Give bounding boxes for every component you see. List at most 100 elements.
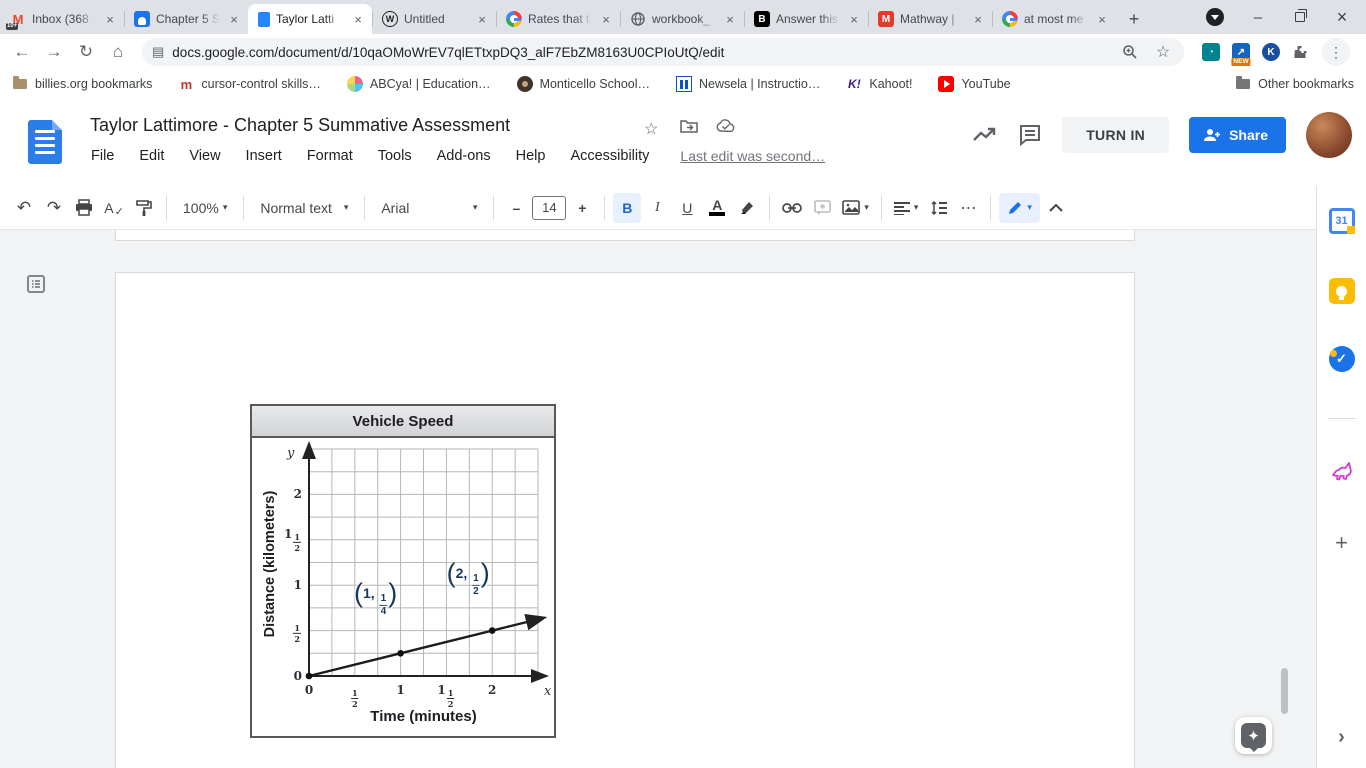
extension-k-icon[interactable]: K (1262, 43, 1280, 61)
home-button[interactable]: ⌂ (104, 38, 132, 66)
keep-icon[interactable] (1328, 278, 1355, 304)
close-icon[interactable]: × (102, 11, 118, 27)
trending-activity-icon[interactable] (972, 126, 998, 144)
bookmark-billies[interactable]: billies.org bookmarks (12, 76, 152, 92)
bookmark-cursor-control[interactable]: m cursor-control skills… (178, 76, 321, 92)
move-to-folder-icon[interactable] (680, 119, 698, 133)
close-icon[interactable]: × (474, 11, 490, 27)
document-title[interactable]: Taylor Lattimore - Chapter 5 Summative A… (90, 115, 510, 136)
last-edit-link[interactable]: Last edit was second… (680, 148, 825, 164)
close-icon[interactable]: × (598, 11, 614, 27)
decrease-font-button[interactable]: – (502, 193, 530, 223)
reload-button[interactable]: ↻ (72, 38, 100, 66)
tab-answer[interactable]: B Answer this × (744, 4, 868, 34)
share-button[interactable]: Share (1189, 117, 1286, 153)
tab-at-most[interactable]: at most me × (992, 4, 1116, 34)
document-page[interactable]: Vehicle Speed 0 1 2 1 1 1 2 2 0 1 2 1 1 1 2 2 y x (1, 1 4) (… (115, 272, 1135, 768)
calendar-icon[interactable]: 31 (1328, 208, 1355, 234)
forward-button[interactable]: → (40, 38, 68, 66)
menu-tools[interactable]: Tools (378, 148, 412, 164)
undo-button[interactable]: ↶ (10, 193, 38, 223)
font-size-input[interactable]: 14 (532, 195, 567, 220)
tab-rates[interactable]: Rates that t × (496, 4, 620, 34)
bookmark-youtube[interactable]: YouTube (938, 76, 1011, 92)
close-icon[interactable]: × (350, 11, 366, 27)
new-tab-button[interactable]: + (1120, 5, 1148, 33)
show-outline-button[interactable] (22, 270, 50, 298)
highlight-color-button[interactable] (733, 193, 761, 223)
bold-button[interactable]: B (613, 192, 642, 223)
extensions-puzzle-icon[interactable] (1292, 43, 1310, 61)
explore-button[interactable]: ✦ (1235, 717, 1272, 754)
hide-panel-chevron-icon[interactable]: › (1338, 726, 1345, 749)
close-icon[interactable]: × (846, 11, 862, 27)
unicorn-addon-icon[interactable] (1329, 458, 1355, 484)
turn-in-button[interactable]: TURN IN (1062, 117, 1170, 153)
menu-addons[interactable]: Add-ons (437, 148, 491, 164)
insert-image-button[interactable]: ▾ (838, 193, 873, 223)
menu-view[interactable]: View (189, 148, 220, 164)
site-info-icon[interactable]: ▤ (152, 44, 164, 60)
bookmark-kahoot[interactable]: K! Kahoot! (846, 76, 912, 92)
close-icon[interactable]: × (1094, 11, 1110, 27)
google-docs-logo[interactable] (28, 120, 62, 164)
menu-file[interactable]: File (91, 148, 114, 164)
star-document-icon[interactable]: ☆ (644, 119, 658, 139)
zoom-select[interactable]: 100% ▾ (175, 193, 235, 223)
redo-button[interactable]: ↷ (40, 193, 68, 223)
bookmark-star-icon[interactable]: ☆ (1152, 42, 1174, 62)
paint-format-button[interactable] (130, 193, 158, 223)
tab-mathway[interactable]: M Mathway | × (868, 4, 992, 34)
text-color-button[interactable]: A (703, 193, 731, 223)
add-addon-icon[interactable]: + (1335, 530, 1348, 556)
media-controls-button[interactable] (1206, 8, 1224, 26)
menu-edit[interactable]: Edit (139, 148, 164, 164)
tab-untitled[interactable]: W Untitled × (372, 4, 496, 34)
tab-chapter5[interactable]: Chapter 5 S × (124, 4, 248, 34)
other-bookmarks[interactable]: Other bookmarks (1235, 76, 1354, 92)
menu-insert[interactable]: Insert (246, 148, 282, 164)
editing-mode-button[interactable]: ▾ (999, 192, 1040, 223)
more-options-button[interactable]: ⋯ (954, 193, 982, 223)
user-avatar[interactable] (1306, 112, 1352, 158)
italic-button[interactable]: I (643, 193, 671, 223)
previous-page-bottom[interactable] (115, 230, 1135, 241)
spellcheck-button[interactable]: A ✓ (100, 193, 128, 223)
close-window-button[interactable]: × (1334, 7, 1350, 27)
comment-history-icon[interactable] (1018, 123, 1042, 147)
tasks-icon[interactable]: ✓ (1328, 346, 1355, 372)
extension-new-icon[interactable]: ↗ NEW (1231, 43, 1251, 66)
insert-link-button[interactable] (778, 193, 806, 223)
tab-gmail-inbox[interactable]: M 10+ Inbox (368 × (0, 4, 124, 34)
menu-format[interactable]: Format (307, 148, 353, 164)
zoom-icon[interactable] (1122, 44, 1144, 60)
align-button[interactable]: ▾ (890, 193, 923, 223)
print-button[interactable] (70, 193, 98, 223)
restore-button[interactable] (1292, 9, 1308, 25)
close-icon[interactable]: × (226, 11, 242, 27)
minimize-button[interactable]: – (1250, 9, 1266, 26)
vertical-scrollbar[interactable] (1281, 668, 1288, 714)
extension-icon[interactable]: ◔ (1202, 43, 1220, 61)
cloud-saved-icon[interactable] (716, 119, 736, 133)
back-button[interactable]: ← (8, 38, 36, 66)
increase-font-button[interactable]: + (568, 193, 596, 223)
close-icon[interactable]: × (722, 11, 738, 27)
underline-button[interactable]: U (673, 193, 701, 223)
tab-workbook[interactable]: workbook_ × (620, 4, 744, 34)
vehicle-speed-figure[interactable]: Vehicle Speed 0 1 2 1 1 1 2 2 0 1 2 1 1 1 2 2 y x (1, 1 4) (… (250, 404, 556, 738)
tab-taylor-lattimore-active[interactable]: Taylor Latti × (248, 4, 372, 34)
line-spacing-button[interactable] (924, 193, 952, 223)
menu-accessibility[interactable]: Accessibility (570, 148, 649, 164)
paragraph-style-select[interactable]: Normal text ▾ (252, 193, 356, 223)
bookmark-monticello[interactable]: Monticello School… (516, 76, 650, 92)
collapse-toolbar-button[interactable] (1042, 193, 1070, 223)
font-select[interactable]: Arial ▾ (373, 193, 485, 223)
browser-menu-icon[interactable]: ⋮ (1322, 38, 1350, 66)
bookmark-abcya[interactable]: ABCya! | Education… (346, 76, 491, 92)
address-bar[interactable]: ▤ docs.google.com/document/d/10qaOMoWrEV… (142, 38, 1184, 66)
insert-comment-button[interactable] (808, 193, 836, 223)
bookmark-newsela[interactable]: Newsela | Instructio… (676, 76, 820, 92)
menu-help[interactable]: Help (516, 148, 546, 164)
close-icon[interactable]: × (970, 11, 986, 27)
